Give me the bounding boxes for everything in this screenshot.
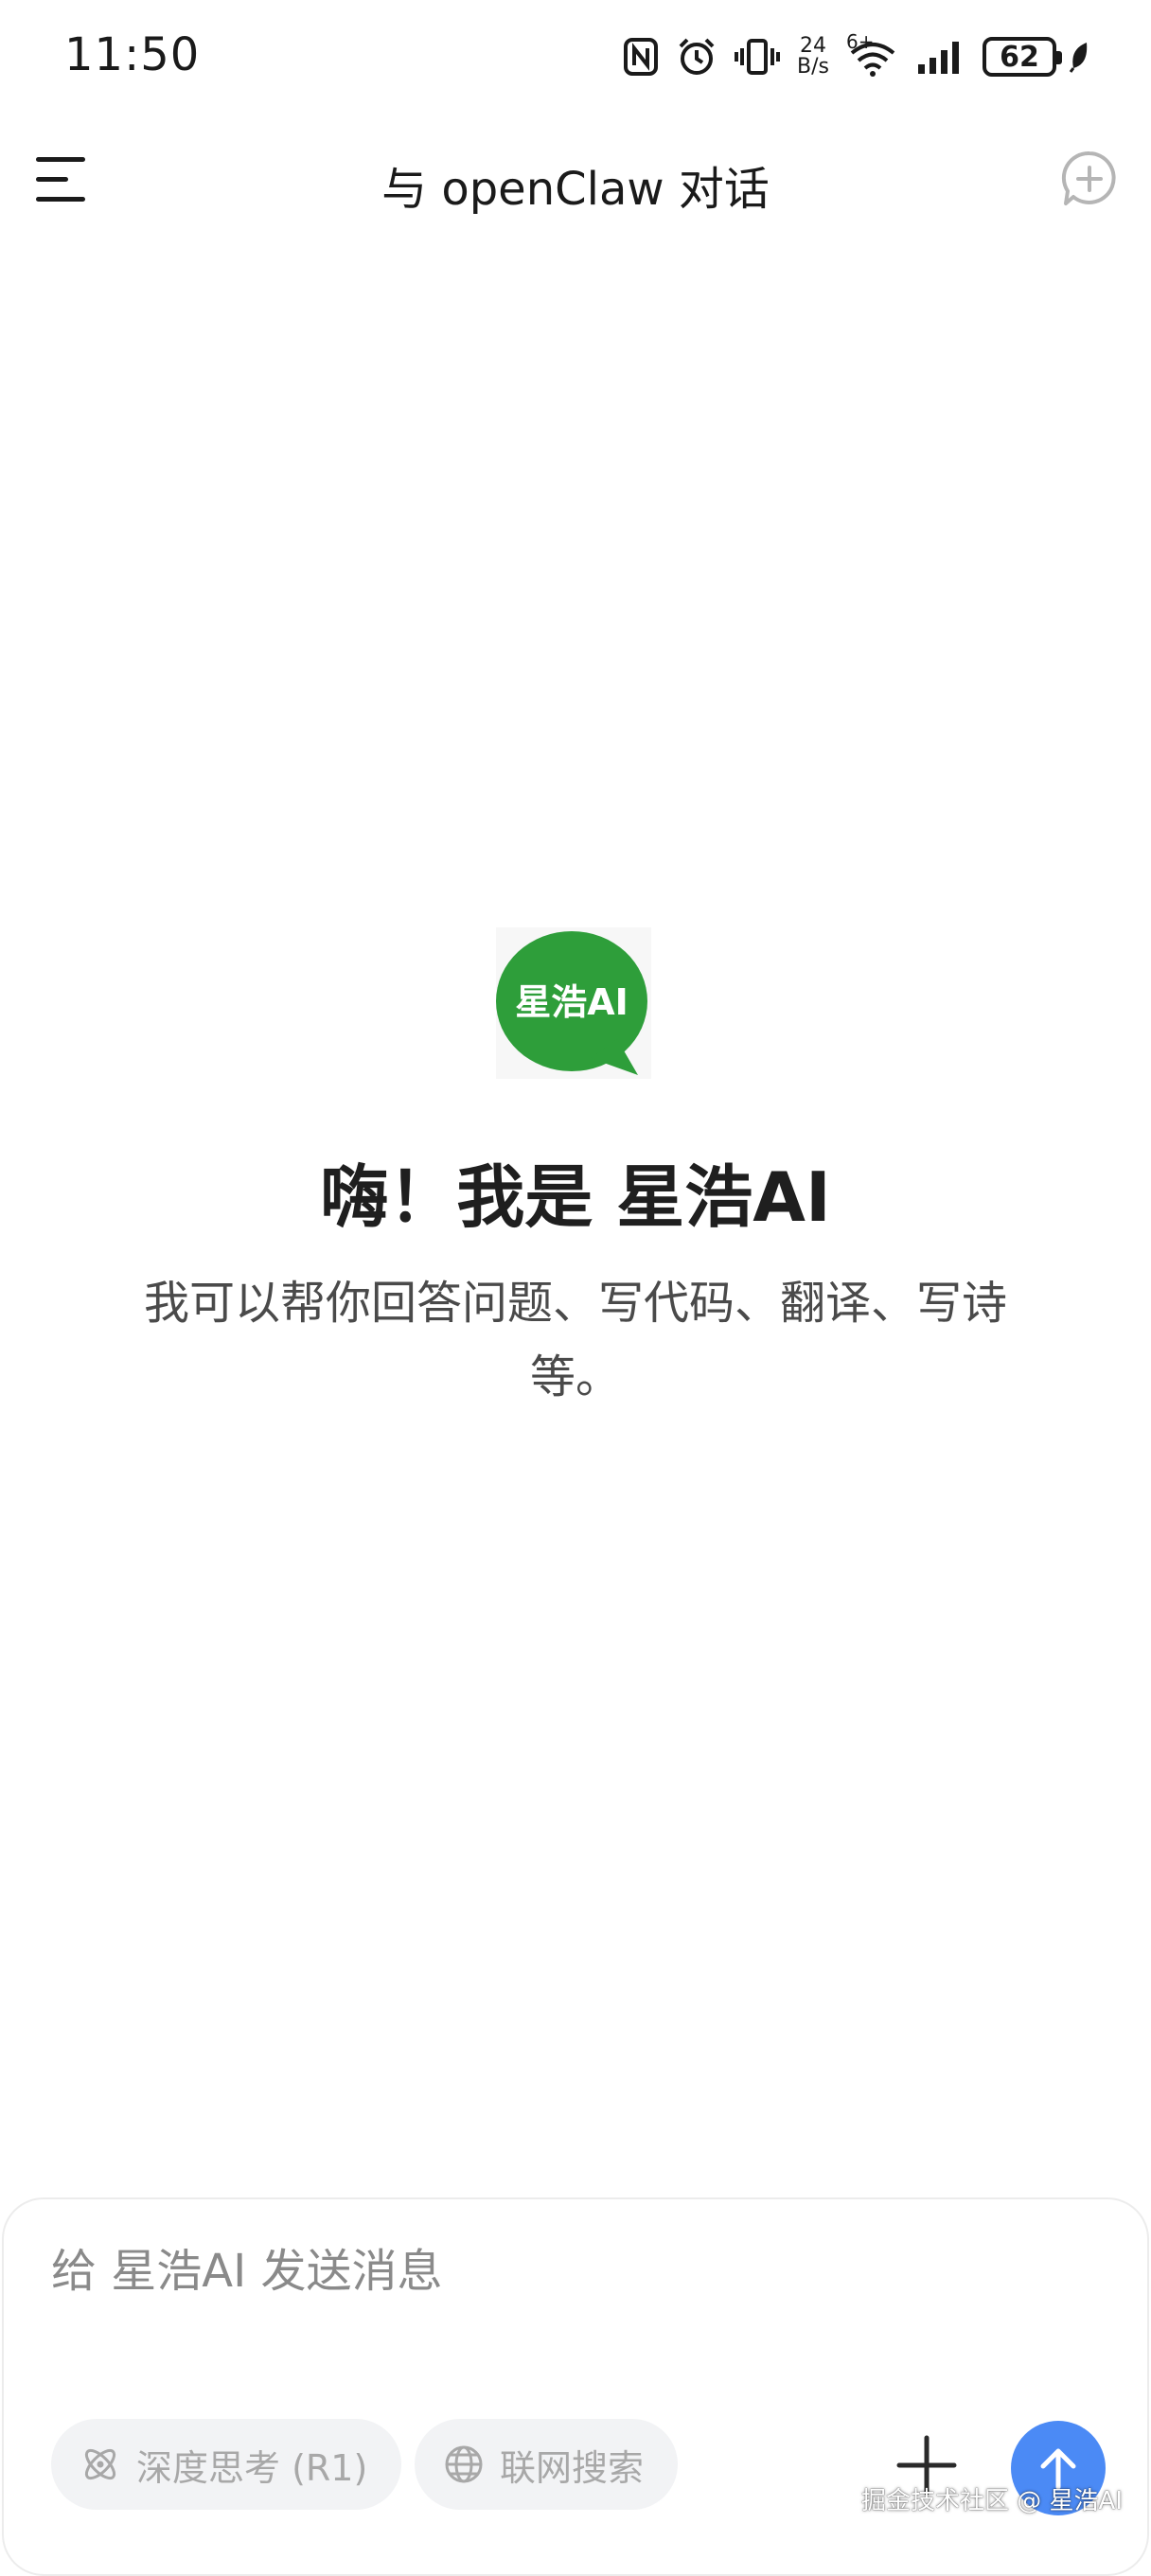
net-speed: 24 B/s — [797, 36, 829, 78]
net-speed-value: 24 — [800, 34, 827, 58]
wifi-indicator: 6+ — [846, 30, 899, 78]
deep-think-label: 深度思考 (R1) — [136, 2446, 368, 2489]
signal-icon — [918, 42, 959, 74]
alarm-icon — [679, 38, 715, 75]
message-composer: 深度思考 (R1) 联网搜索 — [2, 2197, 1149, 2576]
app-header: 与 openClaw 对话 — [0, 132, 1151, 227]
welcome-title: 嗨！我是 星浩AI — [320, 1157, 831, 1237]
page-title: 与 openClaw 对话 — [381, 163, 770, 216]
leaf-icon — [1069, 43, 1088, 73]
web-search-toggle[interactable]: 联网搜索 — [415, 2419, 679, 2510]
logo-text: 星浩AI — [515, 981, 629, 1023]
web-search-label: 联网搜索 — [500, 2446, 645, 2489]
net-speed-unit: B/s — [797, 55, 829, 79]
battery-level: 62 — [1000, 40, 1039, 74]
battery-icon: 62 — [983, 37, 1062, 77]
globe-icon — [445, 2445, 483, 2483]
logo-bubble-icon: 星浩AI — [496, 927, 651, 1079]
vibrate-icon — [735, 39, 781, 75]
welcome-subtitle: 我可以帮你回答问题、写代码、翻译、写诗等。 — [143, 1277, 1007, 1403]
nfc-icon — [624, 38, 659, 76]
wifi-icon — [850, 43, 895, 77]
status-icons: 24 B/s 6+ 62 — [623, 30, 1092, 83]
watermark: 掘金技术社区 @ 星浩AI — [861, 2487, 1123, 2515]
new-chat-button[interactable] — [1060, 150, 1119, 208]
atom-icon — [84, 2448, 116, 2480]
deep-think-toggle[interactable]: 深度思考 (R1) — [51, 2419, 402, 2510]
message-input[interactable] — [51, 2245, 998, 2298]
new-chat-icon — [1061, 150, 1116, 205]
status-bar: 11:50 24 B/s 6+ 62 — [0, 0, 1151, 114]
status-time: 11:50 — [64, 28, 201, 81]
app-logo: 星浩AI — [496, 927, 651, 1079]
